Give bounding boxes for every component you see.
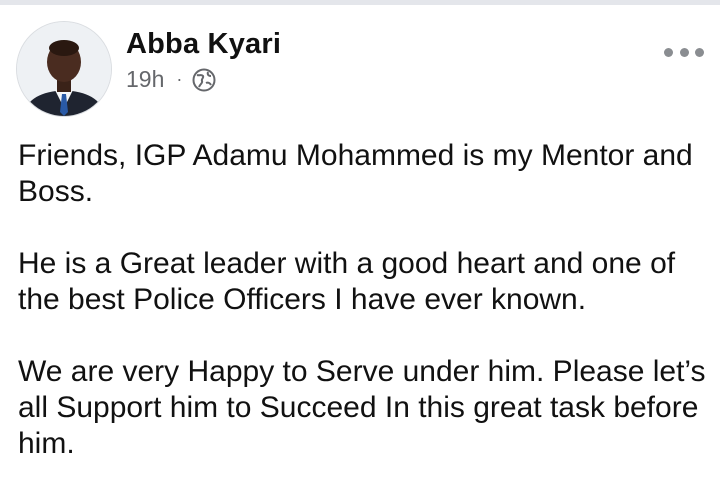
post-paragraph: We are very Happy to Serve under him. Pl… [18, 355, 706, 460]
avatar[interactable] [16, 21, 112, 117]
dot-icon [664, 47, 673, 57]
dot-icon [679, 47, 689, 57]
more-options-icon[interactable] [664, 40, 704, 64]
post-body: Friends, IGP Adamu Mohammed is my Mentor… [18, 138, 708, 498]
post-paragraph: Friends, IGP Adamu Mohammed is my Mentor… [18, 139, 693, 208]
dot-icon [695, 47, 704, 57]
post-time[interactable]: 19h [126, 66, 164, 93]
author-name[interactable]: Abba Kyari [126, 28, 281, 61]
post-paragraph: He is a Great leader with a good heart a… [18, 247, 676, 316]
globe-icon[interactable] [192, 68, 216, 92]
post-meta: 19h · [126, 66, 216, 93]
post-card: Abba Kyari 19h · Friends, IGP Adamu Moha… [0, 0, 720, 460]
meta-separator: · [176, 69, 183, 89]
avatar-image [17, 22, 111, 116]
